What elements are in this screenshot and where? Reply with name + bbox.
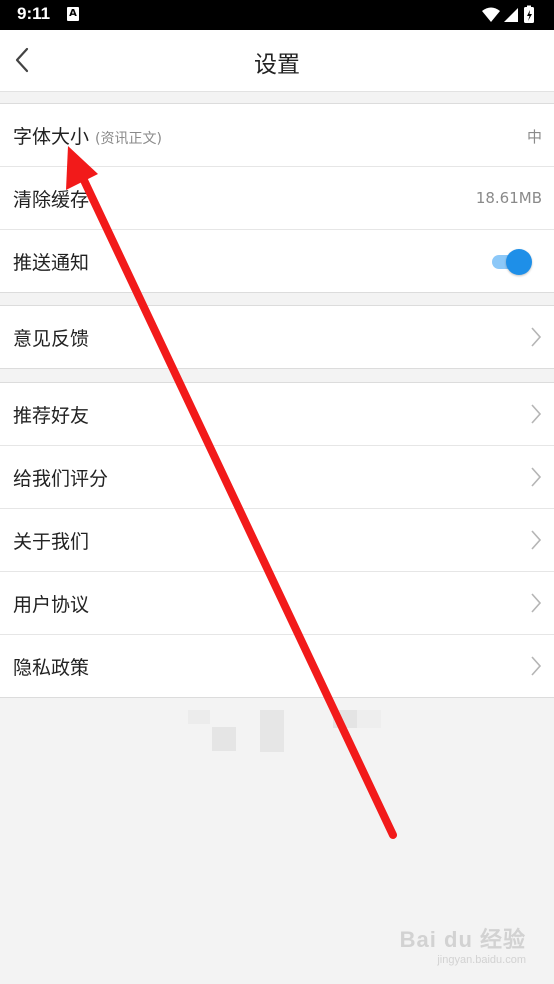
settings-group-more: 推荐好友 给我们评分 关于我们 用户协议 隐私政策: [0, 382, 554, 698]
push-notification-label: 推送通知: [13, 252, 90, 274]
font-size-value: 中: [526, 128, 542, 146]
baidu-jingyan-watermark: Bai du 经验 jingyan.baidu.com: [400, 922, 526, 966]
privacy-policy-row[interactable]: 隐私政策: [0, 635, 554, 697]
chevron-right-icon: [531, 530, 542, 550]
about-us-row[interactable]: 关于我们: [0, 509, 554, 572]
font-size-row[interactable]: 字体大小 (资讯正文) 中: [0, 104, 554, 167]
user-agreement-row[interactable]: 用户协议: [0, 572, 554, 635]
page-title: 设置: [254, 52, 300, 78]
privacy-policy-label: 隐私政策: [13, 657, 90, 679]
chevron-right-icon: [531, 404, 542, 424]
rate-us-row[interactable]: 给我们评分: [0, 446, 554, 509]
font-size-label: 字体大小 (资讯正文): [13, 126, 162, 148]
push-notification-toggle[interactable]: [492, 249, 532, 275]
signal-icon: [504, 8, 518, 22]
top-app-bar: 设置: [0, 30, 554, 92]
chevron-right-icon: [531, 327, 542, 347]
recommend-friends-label: 推荐好友: [13, 405, 90, 427]
chevron-right-icon: [531, 593, 542, 613]
feedback-row[interactable]: 意见反馈: [0, 306, 554, 368]
clear-cache-label: 清除缓存: [13, 189, 90, 211]
clear-cache-row[interactable]: 清除缓存 18.61MB: [0, 167, 554, 230]
rate-us-label: 给我们评分: [13, 468, 109, 490]
watermark-sub: jingyan.baidu.com: [437, 954, 526, 966]
recommend-friends-row[interactable]: 推荐好友: [0, 383, 554, 446]
toggle-thumb: [506, 249, 532, 275]
cache-size-value: 18.61MB: [475, 189, 542, 207]
notification-icon: A: [67, 7, 79, 21]
status-icons: [482, 5, 534, 23]
status-bar: 9:11 A: [0, 0, 554, 30]
settings-group-feedback: 意见反馈: [0, 305, 554, 369]
user-agreement-label: 用户协议: [13, 594, 90, 616]
settings-group-display: 字体大小 (资讯正文) 中 清除缓存 18.61MB 推送通知: [0, 103, 554, 293]
status-time: 9:11: [17, 4, 51, 23]
about-us-label: 关于我们: [13, 531, 90, 553]
chevron-right-icon: [531, 656, 542, 676]
feedback-label: 意见反馈: [13, 328, 90, 350]
font-size-sublabel: (资讯正文): [95, 131, 162, 147]
wifi-icon: [482, 7, 500, 22]
chevron-right-icon: [531, 467, 542, 487]
push-notification-row: 推送通知: [0, 230, 554, 292]
watermark-main: Bai du 经验: [399, 927, 526, 952]
